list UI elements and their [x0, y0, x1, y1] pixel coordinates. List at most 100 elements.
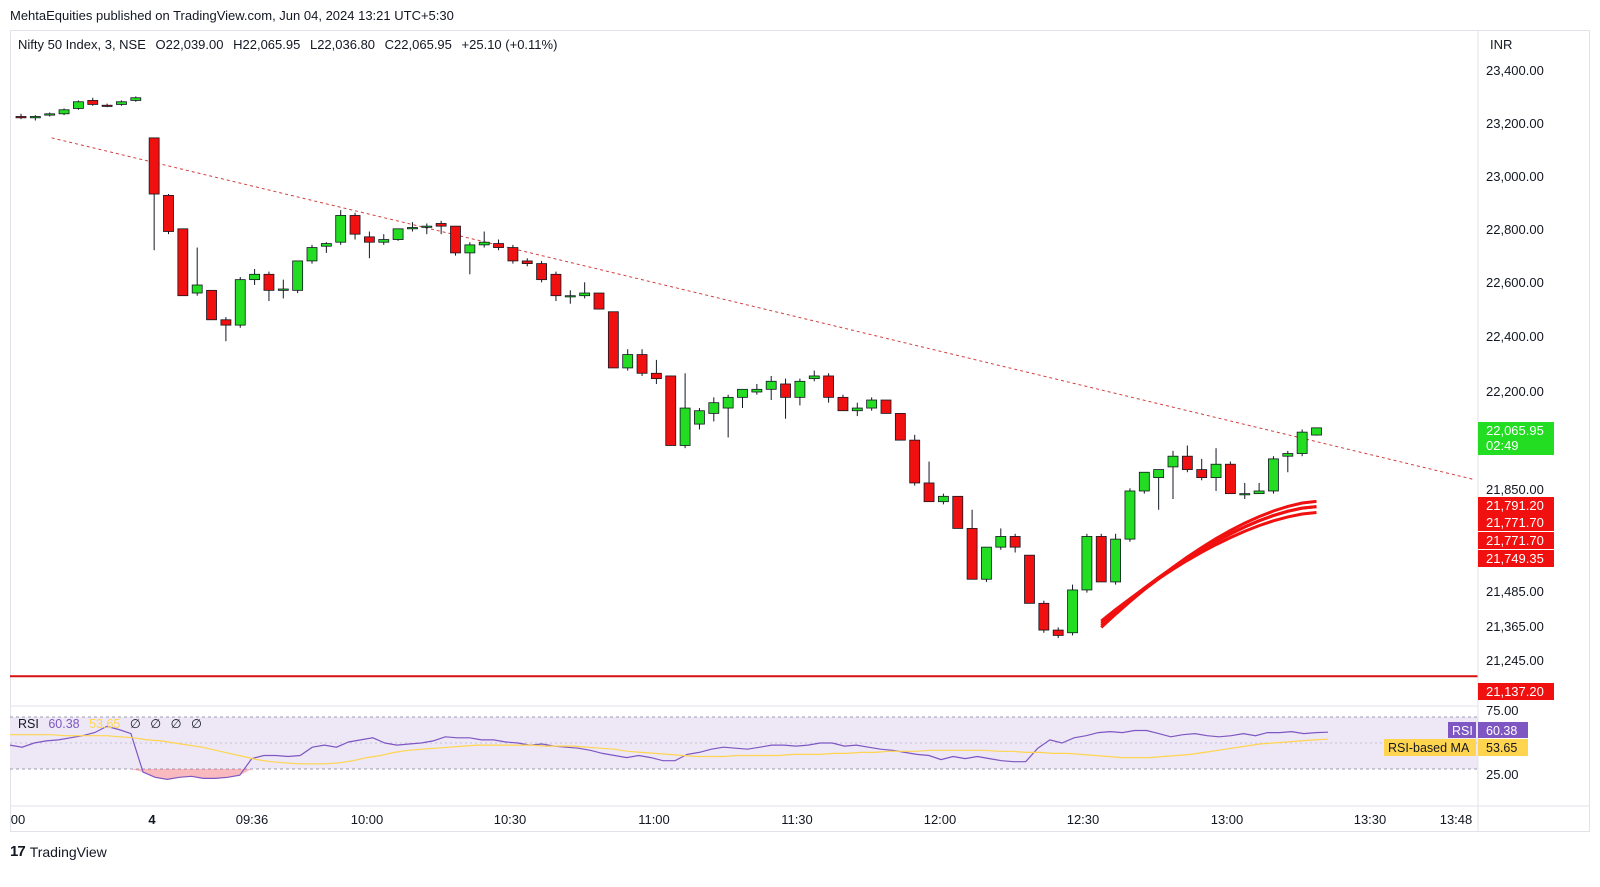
candle[interactable]	[938, 495, 949, 503]
candle[interactable]	[191, 284, 203, 294]
candle[interactable]	[708, 402, 720, 414]
candle[interactable]	[1196, 469, 1208, 479]
candle[interactable]	[1253, 490, 1265, 495]
candle[interactable]	[851, 407, 863, 412]
candle[interactable]	[1038, 602, 1050, 631]
candle[interactable]	[507, 247, 519, 262]
candle[interactable]	[579, 292, 591, 297]
candle[interactable]	[1239, 493, 1251, 496]
candle[interactable]	[1282, 453, 1294, 457]
candle[interactable]	[550, 273, 562, 297]
candle[interactable]	[1296, 431, 1308, 454]
candle[interactable]	[651, 372, 662, 380]
candle[interactable]	[320, 243, 332, 247]
candle[interactable]	[478, 241, 490, 246]
candle[interactable]	[536, 263, 547, 281]
candle[interactable]	[277, 288, 289, 291]
candle[interactable]	[163, 194, 174, 232]
candle[interactable]	[765, 380, 777, 390]
candle[interactable]	[1110, 538, 1121, 583]
candle[interactable]	[335, 215, 347, 243]
candle[interactable]	[966, 528, 978, 580]
candle[interactable]	[177, 228, 189, 297]
chart-canvas[interactable]: 23,400.00 23,200.00 23,000.00 22,800.00 22,6…	[0, 0, 1600, 887]
currency-label[interactable]: INR	[1490, 37, 1512, 52]
candle[interactable]	[407, 227, 418, 230]
candle[interactable]	[58, 109, 70, 115]
candle[interactable]	[1153, 469, 1165, 479]
candle[interactable]	[73, 101, 84, 109]
candle[interactable]	[392, 228, 404, 240]
candle[interactable]	[722, 396, 734, 409]
candle[interactable]	[1210, 463, 1222, 479]
candle[interactable]	[1138, 471, 1150, 492]
candle[interactable]	[101, 104, 113, 107]
candle[interactable]	[794, 380, 806, 398]
candle[interactable]	[636, 354, 648, 374]
candle[interactable]	[808, 375, 820, 380]
candle[interactable]	[837, 396, 849, 412]
candle[interactable]	[564, 295, 576, 298]
candle[interactable]	[306, 247, 318, 262]
candle[interactable]	[148, 137, 160, 195]
candle[interactable]	[952, 495, 964, 529]
candle[interactable]	[130, 97, 142, 101]
candle[interactable]	[737, 388, 748, 398]
candle[interactable]	[349, 215, 361, 235]
candle[interactable]	[1081, 536, 1093, 591]
candle[interactable]	[1167, 455, 1179, 468]
candle[interactable]	[751, 388, 763, 393]
candle[interactable]	[1009, 536, 1021, 548]
candle[interactable]	[292, 260, 304, 291]
symbol-title[interactable]: Nifty 50 Index, 3, NSE	[18, 37, 146, 52]
candle[interactable]	[679, 407, 691, 446]
candle[interactable]	[880, 399, 892, 414]
candle[interactable]	[87, 100, 99, 105]
candle[interactable]	[665, 375, 677, 446]
candle[interactable]	[780, 383, 791, 398]
candle[interactable]	[1225, 463, 1236, 495]
candle[interactable]	[234, 279, 246, 326]
candle[interactable]	[909, 439, 921, 484]
candle[interactable]	[521, 260, 533, 264]
candle[interactable]	[823, 375, 834, 398]
candle[interactable]	[1311, 427, 1322, 436]
candle[interactable]	[923, 482, 935, 503]
candle[interactable]	[44, 113, 56, 116]
candle[interactable]	[995, 536, 1007, 548]
candle[interactable]	[607, 311, 619, 369]
candle[interactable]	[435, 223, 447, 227]
candle[interactable]	[866, 399, 878, 409]
candle[interactable]	[493, 243, 504, 248]
candle[interactable]	[421, 225, 433, 228]
price-axis-tick: 23,000.00	[1486, 169, 1544, 184]
candle[interactable]	[249, 273, 261, 281]
time-axis-tick: 11:30	[781, 812, 813, 827]
candle[interactable]	[981, 546, 992, 580]
candle[interactable]	[1024, 554, 1035, 604]
candle[interactable]	[622, 354, 634, 369]
brand-name: TradingView	[29, 843, 107, 860]
rsi-title[interactable]: RSI	[18, 717, 39, 731]
trendline[interactable]	[51, 137, 1474, 480]
candle[interactable]	[363, 236, 375, 243]
candle[interactable]	[1268, 458, 1279, 492]
candle[interactable]	[378, 239, 390, 243]
candle[interactable]	[1095, 536, 1107, 583]
candle[interactable]	[450, 225, 461, 254]
candle[interactable]	[116, 101, 127, 105]
candle[interactable]	[206, 289, 217, 321]
candle[interactable]	[1181, 455, 1193, 470]
candle[interactable]	[464, 244, 476, 254]
candle[interactable]	[894, 412, 906, 441]
candle[interactable]	[15, 116, 27, 119]
candle[interactable]	[29, 116, 41, 119]
candle[interactable]	[1052, 629, 1064, 636]
candle[interactable]	[694, 410, 705, 425]
candle[interactable]	[1124, 490, 1136, 540]
candle[interactable]	[593, 292, 605, 310]
candle[interactable]	[220, 319, 232, 326]
candle[interactable]	[1067, 589, 1078, 634]
tradingview-logo[interactable]: 17 TradingView	[10, 843, 107, 860]
candle[interactable]	[263, 273, 275, 291]
